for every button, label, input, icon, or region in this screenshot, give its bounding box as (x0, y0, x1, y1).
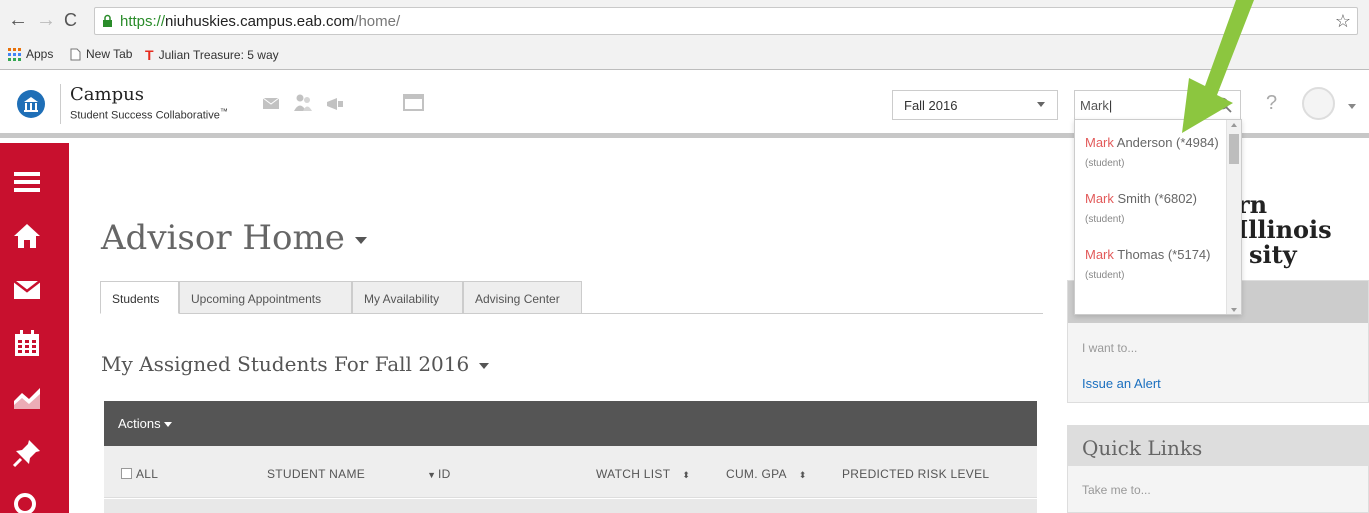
bookmark-apps[interactable]: Apps (8, 47, 53, 61)
column-id[interactable]: ID (438, 467, 451, 481)
tab-students[interactable]: Students (100, 281, 179, 314)
page-icon (70, 48, 81, 60)
quick-links-panel: Quick Links Take me to... (1067, 425, 1369, 513)
search-results-dropdown: Mark Anderson (*4984) (student) Mark Smi… (1074, 119, 1242, 315)
annotation-arrow-icon (1182, 0, 1254, 133)
brand-subtitle: Student Success Collaborative™ (70, 107, 228, 122)
tab-advising-center[interactable]: Advising Center (463, 281, 582, 314)
quick-links-title: Quick Links (1068, 426, 1368, 466)
apps-grid-icon (8, 47, 21, 61)
people-icon[interactable] (293, 94, 313, 112)
calendar-icon[interactable] (12, 329, 42, 359)
sort-desc-icon[interactable]: ▼ (427, 470, 436, 480)
scroll-down-icon[interactable] (1231, 308, 1237, 312)
students-table: Actions ALL STUDENT NAME ▼ ID WATCH LIST ⬍… (104, 401, 1037, 513)
scrollbar[interactable] (1226, 120, 1241, 314)
sort-icon[interactable]: ⬍ (682, 470, 690, 480)
select-all-checkbox[interactable]: ALL (121, 467, 158, 481)
search-icon[interactable] (12, 491, 42, 513)
chevron-down-icon[interactable] (1348, 104, 1356, 109)
tab-bar: Students Upcoming Appointments My Availa… (100, 281, 1043, 314)
mail-icon[interactable] (263, 98, 279, 109)
search-result-item[interactable]: Mark Thomas (*5174) (student) (1085, 245, 1225, 285)
window-icon[interactable] (403, 94, 424, 111)
tab-my-availability[interactable]: My Availability (352, 281, 463, 314)
chevron-down-icon[interactable] (354, 236, 367, 244)
forward-icon[interactable]: → (36, 10, 56, 30)
brand-title: Campus (70, 84, 144, 105)
chevron-down-icon[interactable] (479, 362, 490, 369)
column-watch-list[interactable]: WATCH LIST ⬍ (596, 467, 690, 481)
avatar[interactable] (1302, 87, 1335, 120)
menu-icon[interactable] (12, 167, 42, 197)
tab-upcoming-appointments[interactable]: Upcoming Appointments (179, 281, 352, 314)
panel-subtitle: Take me to... (1082, 483, 1151, 497)
ted-logo-icon: T (145, 47, 154, 63)
lock-icon (103, 14, 112, 27)
chevron-down-icon (163, 422, 172, 428)
university-name: rn Illinois sity (1237, 190, 1332, 269)
bookmark-star-icon[interactable]: ☆ (1335, 11, 1351, 32)
home-icon[interactable] (12, 221, 42, 251)
issue-alert-link[interactable]: Issue an Alert (1082, 376, 1161, 391)
term-select[interactable]: Fall 2016 (892, 90, 1058, 120)
pin-icon[interactable] (12, 438, 42, 468)
checkbox[interactable] (121, 468, 132, 479)
logo-divider (60, 84, 61, 124)
reload-icon[interactable]: C (64, 10, 77, 30)
brand: Campus Student Success Collaborative™ (70, 85, 228, 122)
sort-icon[interactable]: ⬍ (799, 470, 807, 480)
page-title[interactable]: Advisor Home (101, 218, 367, 258)
table-row[interactable] (104, 499, 1037, 513)
actions-button[interactable]: Actions (118, 416, 172, 431)
megaphone-icon[interactable] (325, 97, 345, 111)
column-cum-gpa[interactable]: CUM. GPA ⬍ (726, 467, 807, 481)
table-toolbar: Actions (104, 401, 1037, 446)
column-predicted-risk-level[interactable]: PREDICTED RISK LEVEL (842, 467, 989, 481)
search-result-item[interactable]: Mark Smith (*6802) (student) (1085, 189, 1225, 229)
section-title[interactable]: My Assigned Students For Fall 2016 (101, 352, 490, 376)
column-student-name[interactable]: STUDENT NAME ▼ (267, 467, 436, 481)
chevron-down-icon (1037, 102, 1045, 107)
panel-subtitle: I want to... (1082, 341, 1138, 355)
table-header: ALL STUDENT NAME ▼ ID WATCH LIST ⬍ CUM. GP… (104, 446, 1037, 498)
url-text: https://niuhuskies.campus.eab.com/home/ (120, 13, 401, 30)
bookmark-ted[interactable]: T Julian Treasure: 5 way (145, 47, 279, 63)
bookmark-new-tab[interactable]: New Tab (70, 47, 132, 61)
campus-logo-icon[interactable] (17, 90, 45, 118)
chart-trend-icon[interactable] (12, 383, 42, 413)
sidebar (0, 143, 69, 513)
mail-icon[interactable] (12, 275, 42, 305)
back-icon[interactable]: ← (8, 10, 28, 30)
